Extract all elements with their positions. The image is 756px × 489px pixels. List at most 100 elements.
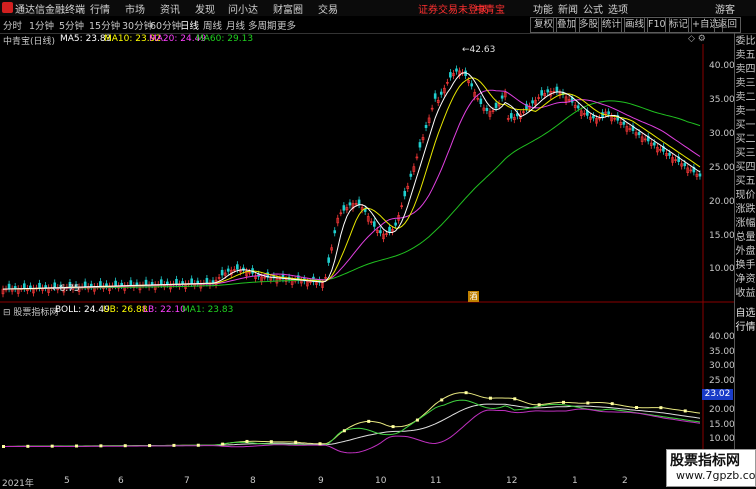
watermark-url: www.7gpzb.com: [676, 469, 756, 482]
candle-body: [205, 278, 209, 284]
high-price-label: ←42.63: [462, 45, 496, 55]
tool-back[interactable]: 返回: [714, 17, 742, 33]
sub-y-tick: 30.00: [709, 361, 735, 371]
side-item: 换手: [735, 260, 756, 271]
period-fenshi[interactable]: 分时: [3, 18, 22, 32]
candle-body: [540, 90, 543, 96]
menu-shichang[interactable]: 市场: [125, 1, 145, 16]
side-item: 委比: [735, 36, 756, 47]
period-monthly[interactable]: 月线: [226, 18, 245, 32]
menu-hangqing[interactable]: 行情: [90, 1, 110, 16]
x-tick: 12: [506, 476, 518, 486]
period-5min[interactable]: 5分钟: [59, 18, 84, 32]
side-tab[interactable]: 行情: [735, 321, 756, 335]
menu-caifuquan[interactable]: 财富圈: [273, 1, 303, 16]
boll-ub-label: UB: 26.88: [103, 305, 148, 315]
quote-side-panel: 委比 卖五 卖四 卖三 卖二 卖一 买一 买二 买三 买四 买五 现价 涨跌 涨幅 总量 外盘 换手 净资 收益: [735, 35, 756, 301]
boll-marker: [123, 444, 127, 448]
candle-body: [607, 111, 610, 115]
y-tick: 35.00: [709, 95, 735, 105]
candle-body: [327, 257, 330, 263]
y-tick: 25.00: [709, 163, 735, 173]
candle-body: [546, 89, 550, 93]
boll-marker: [513, 397, 517, 401]
boll-marker: [464, 391, 468, 395]
boll-lb-line: [3, 408, 701, 454]
candle-body: [196, 280, 200, 284]
boll-marker: [488, 396, 492, 400]
candle-body: [166, 281, 169, 285]
period-15min[interactable]: 15分钟: [89, 18, 120, 32]
boll-marker: [221, 442, 225, 446]
boll-marker: [440, 398, 444, 402]
x-tick: 5: [64, 476, 70, 486]
candle-body: [175, 278, 178, 285]
menu-youke[interactable]: 游客: [715, 1, 735, 16]
side-item: 卖四: [735, 64, 756, 75]
candle-body: [479, 98, 483, 104]
menu-wenxiaoda[interactable]: 问小达: [228, 1, 258, 16]
candle-body: [135, 282, 139, 286]
event-marker[interactable]: 酒: [468, 291, 479, 302]
sub-y-tick: 35.00: [709, 347, 735, 357]
y-tick: 15.00: [709, 231, 735, 241]
boll-marker: [294, 440, 298, 444]
menu-xinwen[interactable]: 新闻: [558, 1, 578, 16]
sub-chart-title: ⊟ 股票指标网: [3, 308, 59, 318]
candle-body: [509, 113, 513, 119]
stock-name-title: 中青宝: [475, 5, 505, 16]
boll-marker: [245, 439, 249, 443]
candle-body: [418, 142, 422, 148]
sub-y-tick: 10.00: [709, 434, 735, 444]
candle-body: [500, 95, 504, 99]
ma60-label: MA60: 29.13: [196, 34, 254, 44]
candle-body: [89, 283, 93, 287]
period-daily[interactable]: 日线: [180, 18, 199, 32]
boll-marker: [172, 443, 176, 447]
boll-marker: [2, 444, 5, 448]
boll-marker: [342, 429, 346, 433]
side-tab[interactable]: 自选: [735, 307, 756, 321]
side-item: 卖二: [735, 92, 756, 103]
boll-marker: [196, 443, 200, 447]
period-multi[interactable]: 多周期: [248, 18, 277, 32]
side-item: 收益: [735, 288, 756, 299]
side-item: 外盘: [735, 246, 756, 257]
period-1min[interactable]: 1分钟: [29, 18, 54, 32]
sub-y-tick: 15.00: [709, 420, 735, 430]
candle-body: [403, 190, 407, 197]
menu-jiaoyi[interactable]: 交易: [318, 1, 338, 16]
candle-body: [333, 230, 337, 234]
menu-zixun[interactable]: 资讯: [160, 1, 180, 16]
chart-settings-icon[interactable]: ◇ ⚙: [688, 34, 706, 44]
candle-body: [576, 105, 580, 109]
candle-body: [7, 283, 11, 290]
side-item: 净资: [735, 274, 756, 285]
period-more[interactable]: 更多: [277, 18, 296, 32]
menu-faxian[interactable]: 发现: [195, 1, 215, 16]
period-30min[interactable]: 30分钟: [122, 18, 153, 32]
candle-body: [424, 125, 428, 128]
candle-body: [99, 281, 102, 287]
boll-marker: [26, 444, 30, 448]
period-weekly[interactable]: 周线: [203, 18, 222, 32]
sub-y-tick: 40.00: [709, 332, 735, 342]
candle-body: [120, 282, 123, 286]
boll-lb-label: LB: 22.10: [143, 305, 186, 315]
boll-marker: [635, 406, 639, 410]
candle-body: [226, 268, 230, 272]
candle-body: [342, 205, 346, 211]
candle-body: [13, 286, 17, 290]
y-tick: 30.00: [709, 129, 735, 139]
ma10-line: [2, 77, 701, 290]
boll-marker: [367, 419, 371, 423]
kline-chart-area: [0, 44, 735, 476]
boll-marker: [50, 444, 54, 448]
boll-marker: [586, 401, 590, 405]
menu-gongshi[interactable]: 公式: [583, 1, 603, 16]
side-item: 现价: [735, 190, 756, 201]
menu-xuanxiang[interactable]: 选项: [608, 1, 628, 16]
menu-gongneng[interactable]: 功能: [533, 1, 553, 16]
side-item: 买四: [735, 162, 756, 173]
period-60min[interactable]: 60分钟: [150, 18, 181, 32]
